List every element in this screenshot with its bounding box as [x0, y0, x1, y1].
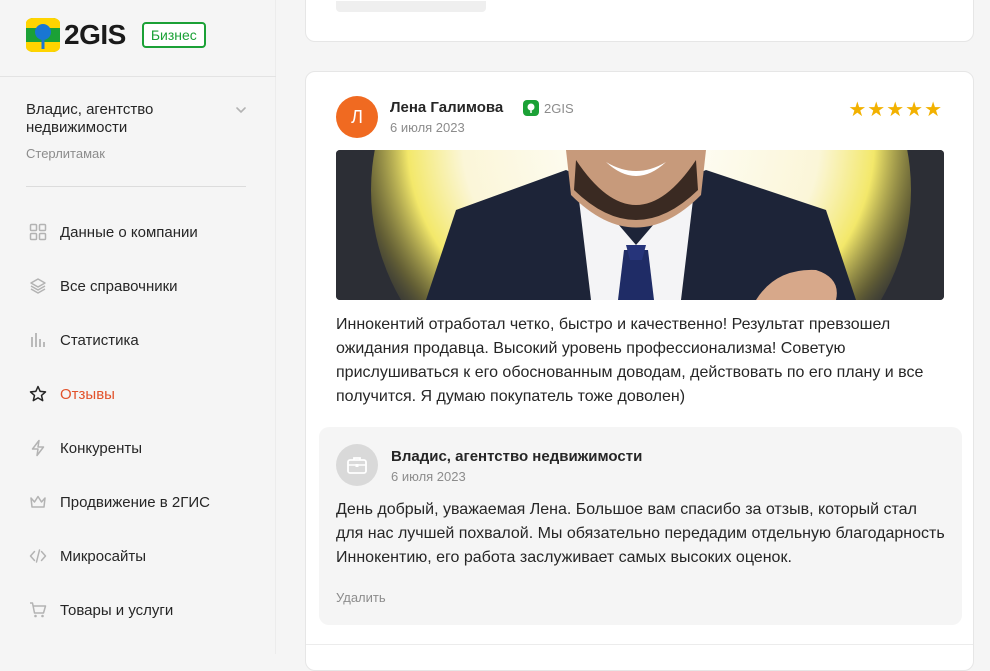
- review-photo[interactable]: [336, 150, 944, 300]
- rating-stars: ★★★★★: [848, 99, 943, 121]
- nav-label: Все справочники: [60, 277, 178, 295]
- nav-item-reviews[interactable]: Отзывы: [0, 367, 276, 421]
- cart-icon: [28, 600, 48, 620]
- reply-date: 6 июля 2023: [391, 469, 466, 484]
- layers-icon: [28, 276, 48, 296]
- lightning-icon: [28, 438, 48, 458]
- source-label: 2GIS: [544, 100, 574, 116]
- previous-review-card: [305, 0, 974, 42]
- nav-item-competitors[interactable]: Конкуренты: [0, 421, 276, 475]
- nav-label: Конкуренты: [60, 439, 143, 457]
- review-card: Л Лена Галимова 2GIS 6 июля 2023 ★★★★★ И…: [305, 71, 974, 671]
- sidebar-nav: Данные о компании Все справочники Статис…: [0, 205, 276, 637]
- nav-item-company-data[interactable]: Данные о компании: [0, 205, 276, 259]
- divider: [306, 644, 973, 645]
- code-icon: [28, 546, 48, 566]
- grid-icon: [28, 222, 48, 242]
- review-author: Лена Галимова: [390, 99, 504, 116]
- star-icon: [28, 384, 48, 404]
- nav-item-microsites[interactable]: Микросайты: [0, 529, 276, 583]
- review-text: Иннокентий отработал четко, быстро и кач…: [336, 316, 924, 405]
- briefcase-icon: [347, 457, 367, 474]
- reply-author: Владис, агентство недвижимости: [391, 448, 643, 465]
- author-avatar: Л: [336, 96, 378, 138]
- 2gis-logo-icon: [26, 18, 60, 52]
- review-source: 2GIS: [523, 100, 574, 116]
- company-name: Владис, агентство недвижимости: [26, 101, 154, 136]
- reply-text: День добрый, уважаемая Лена. Большое вам…: [336, 501, 945, 566]
- crown-icon: [28, 492, 48, 512]
- nav-item-promotion[interactable]: Продвижение в 2ГИС: [0, 475, 276, 529]
- logo[interactable]: 2GIS Бизнес: [26, 18, 206, 52]
- nav-label: Продвижение в 2ГИС: [60, 493, 210, 511]
- chevron-down-icon[interactable]: [234, 103, 248, 117]
- nav-label: Микросайты: [60, 547, 146, 565]
- photo-image: [336, 150, 944, 300]
- business-badge: Бизнес: [141, 22, 206, 48]
- review-date: 6 июля 2023: [390, 120, 465, 135]
- sidebar: 2GIS Бизнес Владис, агентство недвижимос…: [0, 0, 276, 654]
- divider: [0, 76, 276, 77]
- 2gis-pin-icon: [523, 100, 539, 116]
- placeholder-block: [336, 1, 486, 12]
- nav-label: Данные о компании: [60, 223, 198, 241]
- logo-text: 2GIS: [64, 19, 126, 50]
- company-reply: Владис, агентство недвижимости 6 июля 20…: [319, 427, 962, 625]
- nav-label: Отзывы: [60, 385, 115, 403]
- divider: [26, 186, 246, 187]
- bar-chart-icon: [28, 330, 48, 350]
- company-selector[interactable]: Владис, агентство недвижимости Стерлитам…: [26, 101, 248, 161]
- company-avatar: [336, 444, 378, 486]
- nav-label: Статистика: [60, 331, 139, 349]
- nav-label: Товары и услуги: [60, 601, 174, 619]
- nav-item-statistics[interactable]: Статистика: [0, 313, 276, 367]
- nav-item-directories[interactable]: Все справочники: [0, 259, 276, 313]
- company-city: Стерлитамак: [26, 146, 105, 161]
- delete-reply-button[interactable]: Удалить: [336, 590, 386, 605]
- nav-item-products[interactable]: Товары и услуги: [0, 583, 276, 637]
